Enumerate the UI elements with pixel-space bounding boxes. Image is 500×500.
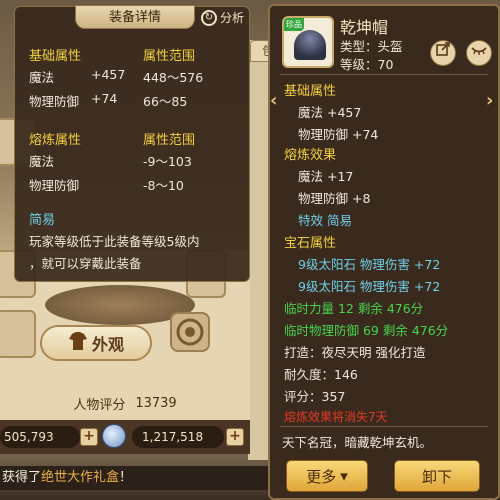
divider [280, 426, 488, 427]
item-type: 类型：头盔 [340, 39, 403, 54]
equipment-detail-tooltip: 装备详情 ↻ 分析 基础属性 属性范围 魔法 +457 448～576 物理防御… [14, 5, 250, 282]
refresh-icon: ↻ [201, 9, 217, 26]
refine-row-2-range: -8～10 [143, 178, 184, 193]
analysis-label: 分析 [220, 11, 245, 25]
base-attr-title: 基础属性 [29, 49, 82, 64]
ticker-suffix: ！ [119, 470, 133, 485]
add-gold-button[interactable]: + [226, 428, 244, 446]
unequip-label: 卸下 [421, 467, 452, 486]
ticker-item[interactable]: 绝世大作礼盒 [41, 470, 119, 485]
refine-row-2: 物理防御 +8 [298, 191, 371, 206]
helmet-icon [294, 30, 326, 60]
character-rating: 人物评分 13739 [0, 388, 250, 418]
maker-line: 打造：夜尽天明 强化打造 [284, 345, 426, 360]
emblem-icon [176, 318, 204, 346]
gem-row-2: 9级太阳石 物理伤害 +72 [298, 279, 441, 294]
refine-row-1-range: -9～103 [143, 154, 192, 169]
share-icon [436, 42, 450, 56]
prev-arrow-icon[interactable]: ‹ [270, 90, 277, 111]
base-row-1: 魔法 +457 [298, 105, 362, 120]
base-range-title: 属性范围 [143, 49, 196, 64]
base-row-1-name: 魔法 [29, 70, 55, 85]
easy-text-line-1: 玩家等级低于此装备等级5级内 [29, 234, 200, 249]
system-ticker: 获得了绝世大作礼盒！ [0, 466, 270, 490]
expire-notice: 熔炼效果将消失7天 [284, 410, 388, 424]
base-row-1-range: 448～576 [143, 70, 204, 85]
equip-slot-left[interactable] [0, 310, 36, 358]
gem-title: 宝石属性 [284, 236, 337, 251]
chevron-down-icon: ▾ [340, 467, 348, 485]
item-score: 评分：357 [284, 389, 346, 404]
refine-range-title: 属性范围 [143, 133, 196, 148]
ticker-prefix: 获得了 [2, 470, 42, 485]
item-name: 乾坤帽 [340, 18, 389, 37]
more-button[interactable]: 更多 ▾ [286, 460, 368, 492]
refine-title: 熔炼效果 [284, 148, 337, 163]
add-silver-button[interactable]: + [80, 428, 98, 446]
easy-title: 简易 [29, 213, 56, 228]
item-icon: 珍品 [282, 16, 334, 68]
gem-row-1: 9级太阳石 物理伤害 +72 [298, 257, 441, 272]
refine-row-1-name: 魔法 [29, 154, 55, 169]
refine-attr-title: 熔炼属性 [29, 133, 82, 148]
emblem-button[interactable] [170, 312, 210, 352]
item-badge: 珍品 [284, 18, 304, 31]
temp-row-2: 临时物理防御 69 剩余 476分 [284, 323, 449, 338]
rating-label: 人物评分 [73, 397, 126, 413]
refine-row-2-name: 物理防御 [29, 178, 80, 193]
more-label: 更多 [306, 467, 337, 486]
durability: 耐久度：146 [284, 367, 358, 382]
tooltip-title: 装备详情 [75, 5, 195, 29]
item-level: 等级：70 [340, 57, 394, 72]
refine-row-1: 魔法 +17 [298, 169, 354, 184]
easy-text-line-2: ，就可以穿戴此装备 [29, 256, 142, 271]
unequip-button[interactable]: 卸下 [394, 460, 480, 492]
rating-value: 13739 [135, 395, 177, 411]
base-row-2: 物理防御 +74 [298, 127, 379, 142]
coin-icon [102, 424, 126, 448]
base-row-2-range: 66～85 [143, 94, 188, 109]
base-title: 基础属性 [284, 84, 337, 99]
special-effect: 特效 简易 [298, 213, 352, 228]
hide-button[interactable] [466, 40, 492, 66]
currency-gold: 1,217,518 [132, 426, 224, 448]
next-arrow-icon[interactable]: › [486, 90, 493, 111]
item-flavor-text: 天下名冠，暗藏乾坤玄机。 [282, 435, 433, 450]
analysis-button[interactable]: ↻ 分析 [201, 9, 244, 26]
currency-silver: 505,793 [0, 426, 80, 448]
base-row-2-value: +74 [91, 91, 118, 106]
base-row-2-name: 物理防御 [29, 94, 80, 109]
robe-icon [68, 332, 88, 354]
base-row-1-value: +457 [91, 67, 126, 82]
appearance-button[interactable]: 外观 [40, 325, 152, 361]
share-button[interactable] [430, 40, 456, 66]
closed-eye-icon [471, 47, 487, 55]
item-info-panel: 珍品 乾坤帽 类型：头盔 等级：70 ‹ › 基础属性 魔法 +457 物理防御… [268, 4, 500, 500]
divider [280, 74, 488, 75]
temp-row-1: 临时力量 12 剩余 476分 [284, 301, 424, 316]
appearance-label: 外观 [91, 335, 124, 354]
